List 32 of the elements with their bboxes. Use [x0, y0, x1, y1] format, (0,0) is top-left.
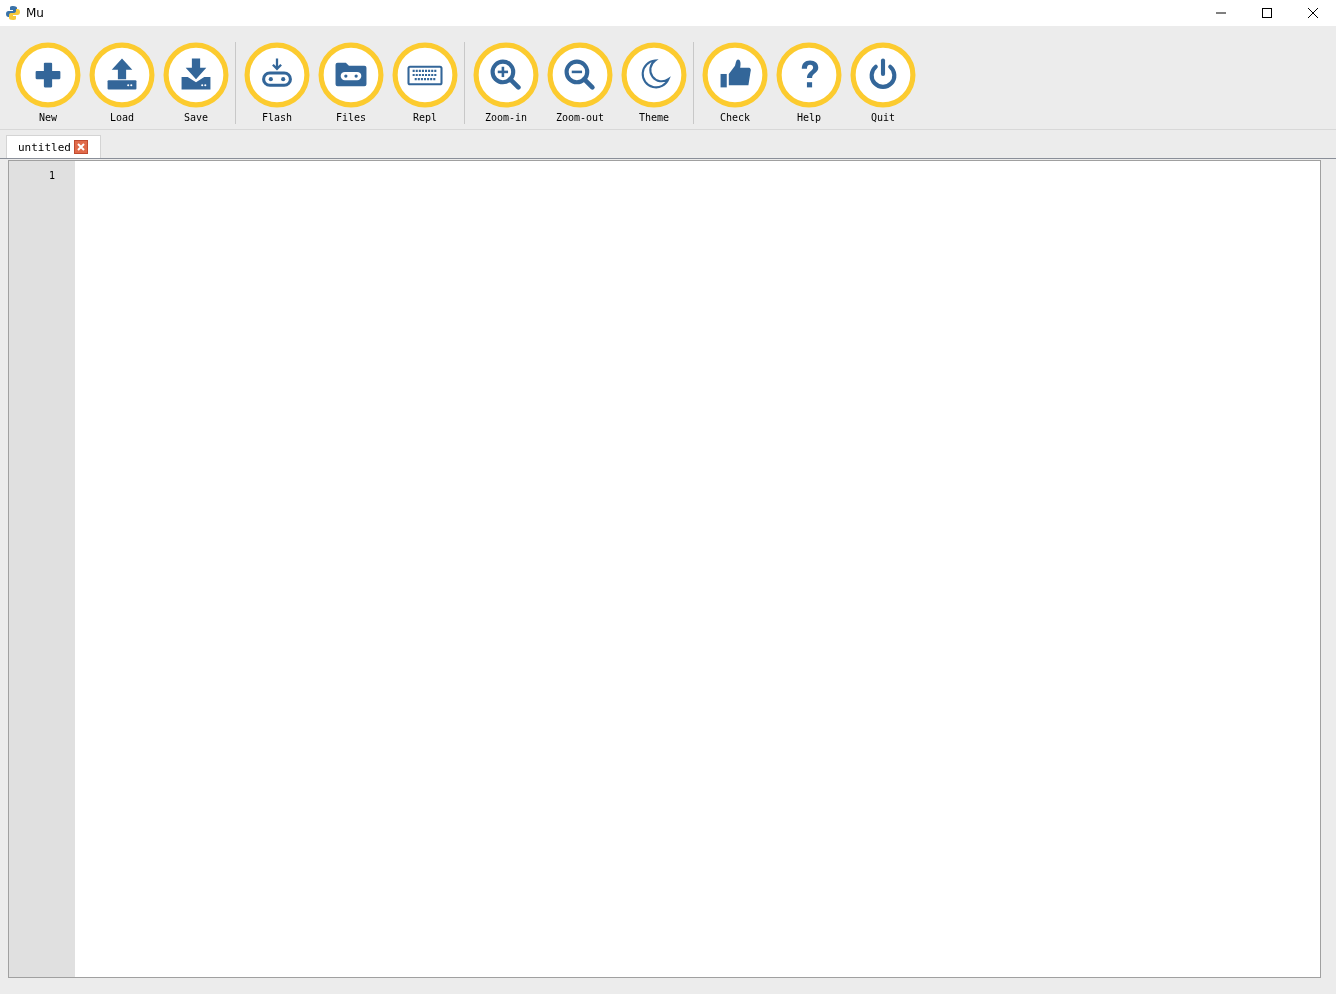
check-button[interactable]: Check	[698, 42, 772, 123]
save-button[interactable]: Save	[159, 42, 233, 123]
save-icon	[163, 42, 229, 108]
files-button[interactable]: Files	[314, 42, 388, 123]
close-tab-icon[interactable]	[74, 140, 88, 154]
zoomin-button[interactable]: Zoom-in	[469, 42, 543, 123]
close-icon[interactable]	[1307, 7, 1319, 19]
files-icon	[318, 42, 384, 108]
theme-icon	[621, 42, 687, 108]
editor-tab[interactable]: untitled	[6, 135, 101, 158]
python-logo-icon	[5, 5, 21, 21]
line-number: 1	[48, 170, 55, 181]
help-button[interactable]: Help	[772, 42, 846, 123]
flash-icon	[244, 42, 310, 108]
flash-button[interactable]: Flash	[240, 42, 314, 123]
repl-icon	[392, 42, 458, 108]
load-icon	[89, 42, 155, 108]
quit-icon	[850, 42, 916, 108]
window-title: Mu	[26, 6, 44, 20]
quit-button[interactable]: Quit	[846, 42, 920, 123]
help-icon	[776, 42, 842, 108]
new-button[interactable]: New	[11, 42, 85, 123]
code-editor[interactable]: 1	[8, 160, 1321, 978]
check-icon	[702, 42, 768, 108]
zoomout-icon	[547, 42, 613, 108]
repl-button[interactable]: Repl	[388, 42, 462, 123]
zoomout-button[interactable]: Zoom-out	[543, 42, 617, 123]
load-button[interactable]: Load	[85, 42, 159, 123]
theme-button[interactable]: Theme	[617, 42, 691, 123]
maximize-icon[interactable]	[1261, 7, 1273, 19]
zoomin-icon	[473, 42, 539, 108]
new-icon	[15, 42, 81, 108]
